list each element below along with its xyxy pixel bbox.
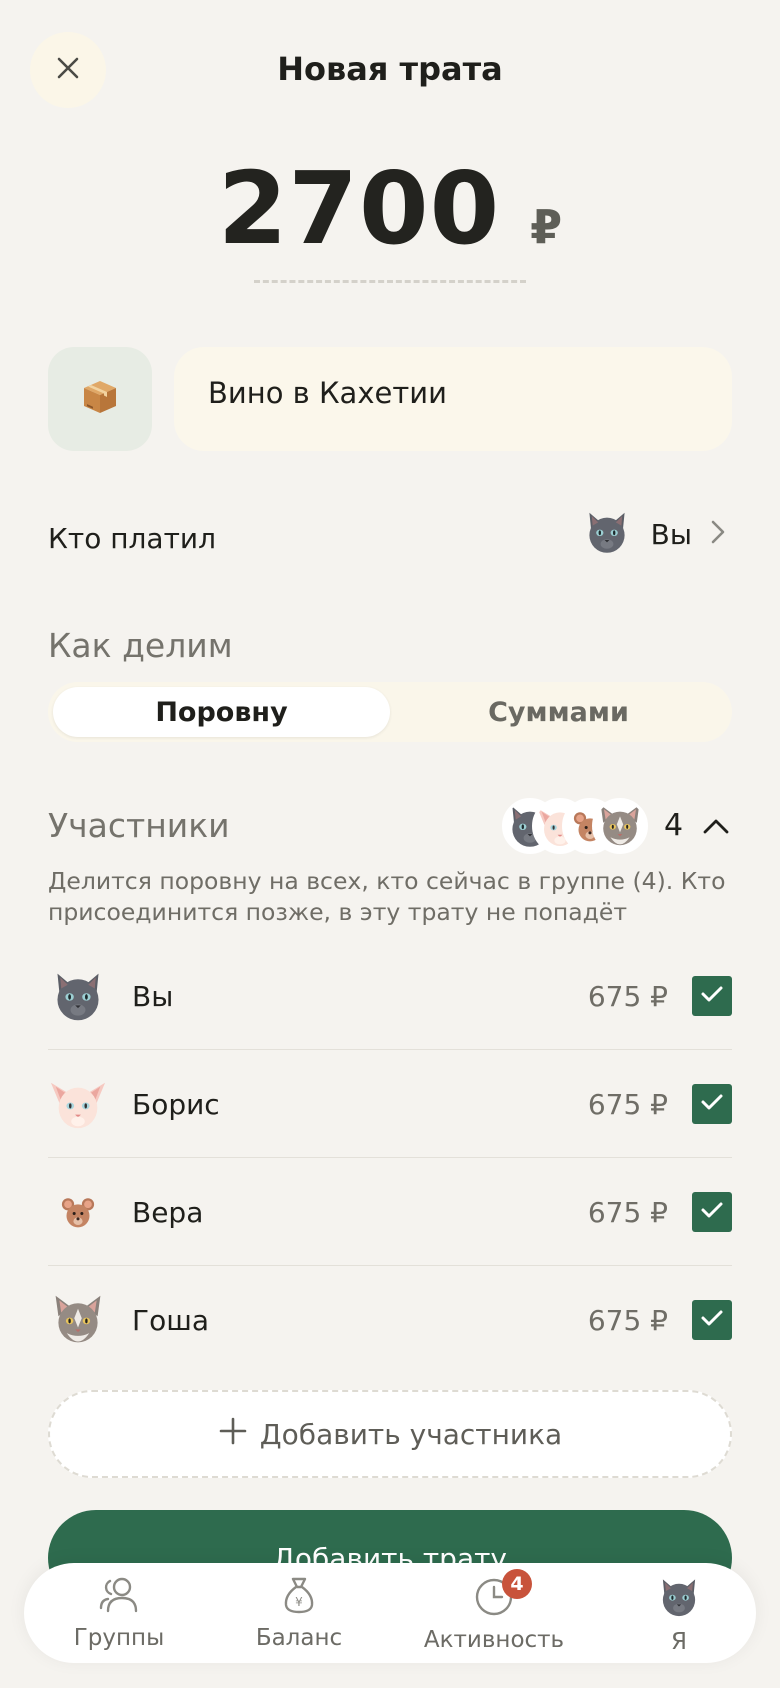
add-participant-button[interactable]: Добавить участника [48,1390,732,1478]
participant-row[interactable]: Вы 675 ₽ [48,942,732,1050]
participant-name: Вы [132,979,174,1013]
participant-checkbox[interactable] [692,1084,732,1124]
participants-avatar-stack[interactable] [502,798,652,856]
participant-checkbox[interactable] [692,976,732,1016]
avatar [657,1575,701,1623]
participants-count: 4 [664,808,684,843]
page-title: Новая трата [277,50,503,88]
participant-amount: 675 ₽ [587,1087,668,1121]
avatar [48,1290,108,1350]
split-option-amounts[interactable]: Суммами [390,687,727,737]
participant-name: Вера [132,1195,204,1229]
amount-value[interactable]: 2700 [218,150,500,267]
currency-symbol: ₽ [530,200,563,254]
amount-underline [254,280,526,283]
payer-name: Вы [650,517,692,551]
participant-amount: 675 ₽ [587,1195,668,1229]
participants-description: Делится поровну на всех, кто сейчас в гр… [48,867,726,926]
tab-balance[interactable]: ¥ Баланс [224,1563,374,1663]
collapse-participants-button[interactable] [700,810,732,842]
participant-amount: 675 ₽ [587,979,668,1013]
amount-display[interactable]: 2700 ₽ [0,150,780,267]
category-button[interactable] [48,347,152,451]
money-bag-icon: ¥ [279,1575,319,1619]
avatar [48,966,108,1026]
tab-label: Я [671,1629,687,1655]
avatar [48,1074,108,1134]
tab-bar: Группы ¥ Баланс 4 Активность Я [24,1563,756,1663]
tab-activity[interactable]: 4 Активность [404,1563,584,1663]
checkmark-icon [699,1197,725,1227]
tab-label: Баланс [255,1625,343,1651]
participants-label: Участники [48,806,230,845]
activity-badge: 4 [502,1569,532,1599]
payer-label: Кто платил [48,522,216,555]
tab-profile[interactable]: Я [604,1563,754,1663]
plus-icon [218,1416,248,1453]
avatar [48,1182,108,1242]
checkmark-icon [699,981,725,1011]
participant-row[interactable]: Вера 675 ₽ [48,1158,732,1266]
payer-avatar [583,508,631,560]
checkmark-icon [699,1305,725,1335]
people-icon [98,1575,140,1619]
participant-name: Борис [132,1087,220,1121]
participant-checkbox[interactable] [692,1300,732,1340]
checkmark-icon [699,1089,725,1119]
avatar [592,798,648,854]
payer-selector[interactable]: Вы [583,508,728,560]
split-mode-segmented-control: Поровну Суммами [48,682,732,742]
split-label: Как делим [48,626,233,665]
package-icon [80,377,120,421]
participant-row[interactable]: Гоша 675 ₽ [48,1266,732,1374]
participant-name: Гоша [132,1303,209,1337]
tab-label: Активность [423,1627,565,1653]
chevron-right-icon [708,517,728,551]
participant-amount: 675 ₽ [587,1303,668,1337]
tab-label: Группы [73,1625,165,1651]
svg-text:¥: ¥ [295,1595,303,1609]
participant-row[interactable]: Борис 675 ₽ [48,1050,732,1158]
expense-name-value: Вино в Кахетии [208,376,447,410]
expense-name-input[interactable]: Вино в Кахетии [174,347,732,451]
participant-checkbox[interactable] [692,1192,732,1232]
chevron-up-icon [700,819,732,846]
add-participant-label: Добавить участника [259,1417,563,1451]
tab-groups[interactable]: Группы [44,1563,194,1663]
split-option-equal[interactable]: Поровну [53,687,390,737]
